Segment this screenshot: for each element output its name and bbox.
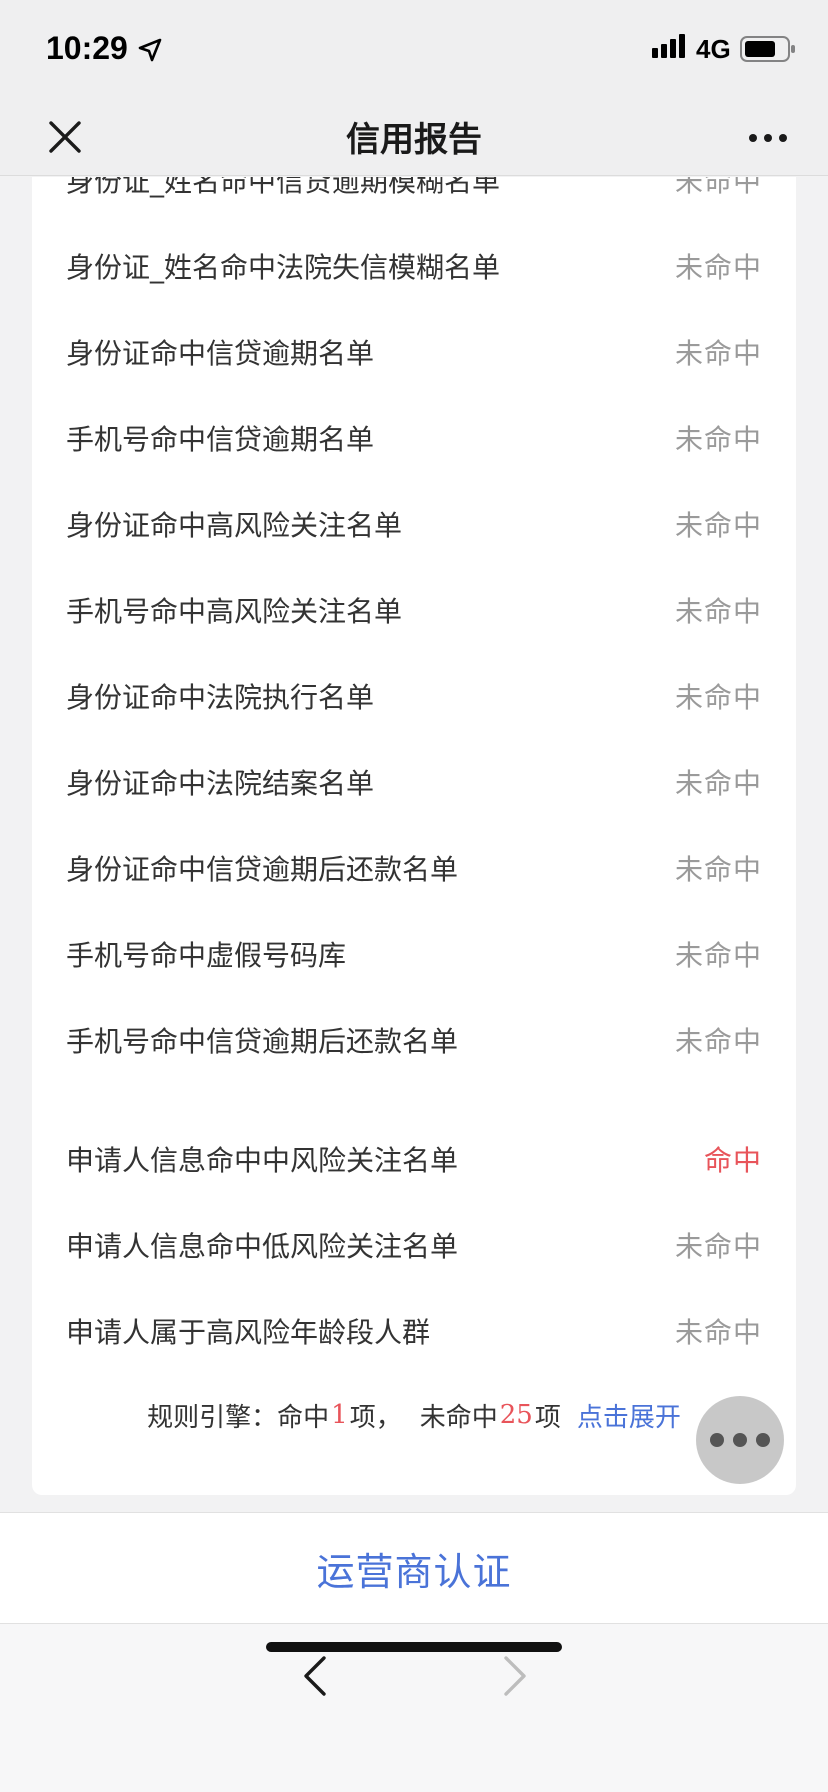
rule-status: 未命中 (674, 251, 762, 284)
floating-more-button[interactable] (696, 1396, 784, 1484)
rule-label: 身份证命中信贷逾期后还款名单 (66, 853, 459, 886)
operator-auth-label: 运营商认证 (316, 1549, 512, 1594)
hit-count: 1 (331, 1400, 348, 1430)
rule-status: 未命中 (674, 423, 762, 456)
rule-status: 未命中 (674, 509, 762, 542)
rule-status: 未命中 (674, 681, 762, 714)
network-type: 4G (696, 34, 731, 64)
miss-unit: 项 (534, 1402, 561, 1433)
more-menu-button[interactable] (738, 116, 798, 160)
rule-label: 身份证命中高风险关注名单 (66, 509, 403, 542)
rule-label: 申请人属于高风险年龄段人群 (66, 1316, 431, 1349)
rule-status: 命中 (703, 1144, 762, 1177)
rule-label: 手机号命中信贷逾期后还款名单 (66, 1025, 459, 1058)
dot-icon (733, 1433, 747, 1447)
summary-prefix: 规则引擎：命中 (147, 1402, 330, 1433)
rule-label: 手机号命中虚假号码库 (66, 939, 347, 972)
battery-icon (740, 36, 795, 62)
rule-status: 未命中 (674, 767, 762, 800)
more-dots-icon (749, 134, 787, 142)
rule-row: 手机号命中信贷逾期名单 未命中 (32, 395, 796, 481)
rule-row: 身份证命中法院结案名单 未命中 (32, 739, 796, 825)
chevron-left-icon[interactable] (296, 1652, 336, 1700)
rule-status: 未命中 (674, 939, 762, 972)
location-arrow-icon (138, 38, 162, 62)
hit-unit: 项， (349, 1402, 402, 1433)
rule-row: 申请人信息命中中风险关注名单 命中 (32, 1116, 796, 1202)
dot-icon (756, 1433, 770, 1447)
rule-row: 身份证命中法院执行名单 未命中 (32, 653, 796, 739)
rule-row: 身份证命中信贷逾期名单 未命中 (32, 309, 796, 395)
rule-label: 身份证命中法院结案名单 (66, 767, 375, 800)
rule-engine-summary: 规则引擎：命中 1 项， 未命中 25 项 点击展开 (32, 1385, 796, 1445)
nav-bar: 信用报告 (0, 100, 828, 176)
miss-prefix: 未命中 (419, 1402, 498, 1433)
home-indicator (266, 1642, 562, 1652)
rule-row: 手机号命中虚假号码库 未命中 (32, 911, 796, 997)
status-bar: 10:29 4G (0, 0, 828, 100)
miss-count: 25 (499, 1400, 533, 1430)
page-title: 信用报告 (346, 120, 482, 160)
rule-row: 身份证_姓名命中法院失信模糊名单 未命中 (32, 223, 796, 309)
rule-row: 手机号命中高风险关注名单 未命中 (32, 567, 796, 653)
dot-icon (710, 1433, 724, 1447)
rule-row: 申请人属于高风险年龄段人群 未命中 (32, 1288, 796, 1374)
signal-bars-icon (652, 34, 685, 58)
rule-row: 身份证命中高风险关注名单 未命中 (32, 481, 796, 567)
rule-label: 身份证命中信贷逾期名单 (66, 337, 375, 370)
rule-row: 手机号命中信贷逾期后还款名单 未命中 (32, 997, 796, 1083)
rule-row: 身份证_姓名命中信贷逾期模糊名单 未命中 (32, 177, 796, 223)
rule-row: 身份证命中信贷逾期后还款名单 未命中 (32, 825, 796, 911)
report-content[interactable]: 身份证_姓名命中信贷逾期模糊名单 未命中 身份证_姓名命中法院失信模糊名单 未命… (0, 177, 828, 1512)
rule-label: 手机号命中高风险关注名单 (66, 595, 403, 628)
rule-label: 身份证_姓名命中信贷逾期模糊名单 (66, 177, 501, 198)
rule-status: 未命中 (674, 1316, 762, 1349)
rule-label: 身份证_姓名命中法院失信模糊名单 (66, 251, 501, 284)
rule-row: 申请人信息命中低风险关注名单 未命中 (32, 1202, 796, 1288)
rule-status: 未命中 (674, 853, 762, 886)
status-time: 10:29 (46, 30, 128, 66)
rule-label: 申请人信息命中中风险关注名单 (66, 1144, 459, 1177)
rule-status: 未命中 (674, 1230, 762, 1263)
rule-label: 身份证命中法院执行名单 (66, 681, 375, 714)
rule-label: 手机号命中信贷逾期名单 (66, 423, 375, 456)
operator-auth-button[interactable]: 运营商认证 (0, 1512, 828, 1624)
rule-label: 申请人信息命中低风险关注名单 (66, 1230, 459, 1263)
chevron-right-icon[interactable] (494, 1652, 534, 1700)
rule-status: 未命中 (674, 337, 762, 370)
expand-link[interactable]: 点击展开 (577, 1397, 681, 1434)
rule-status: 未命中 (674, 595, 762, 628)
rule-status: 未命中 (674, 177, 762, 198)
rules-card: 身份证_姓名命中信贷逾期模糊名单 未命中 身份证_姓名命中法院失信模糊名单 未命… (32, 177, 796, 1495)
rule-status: 未命中 (674, 1025, 762, 1058)
